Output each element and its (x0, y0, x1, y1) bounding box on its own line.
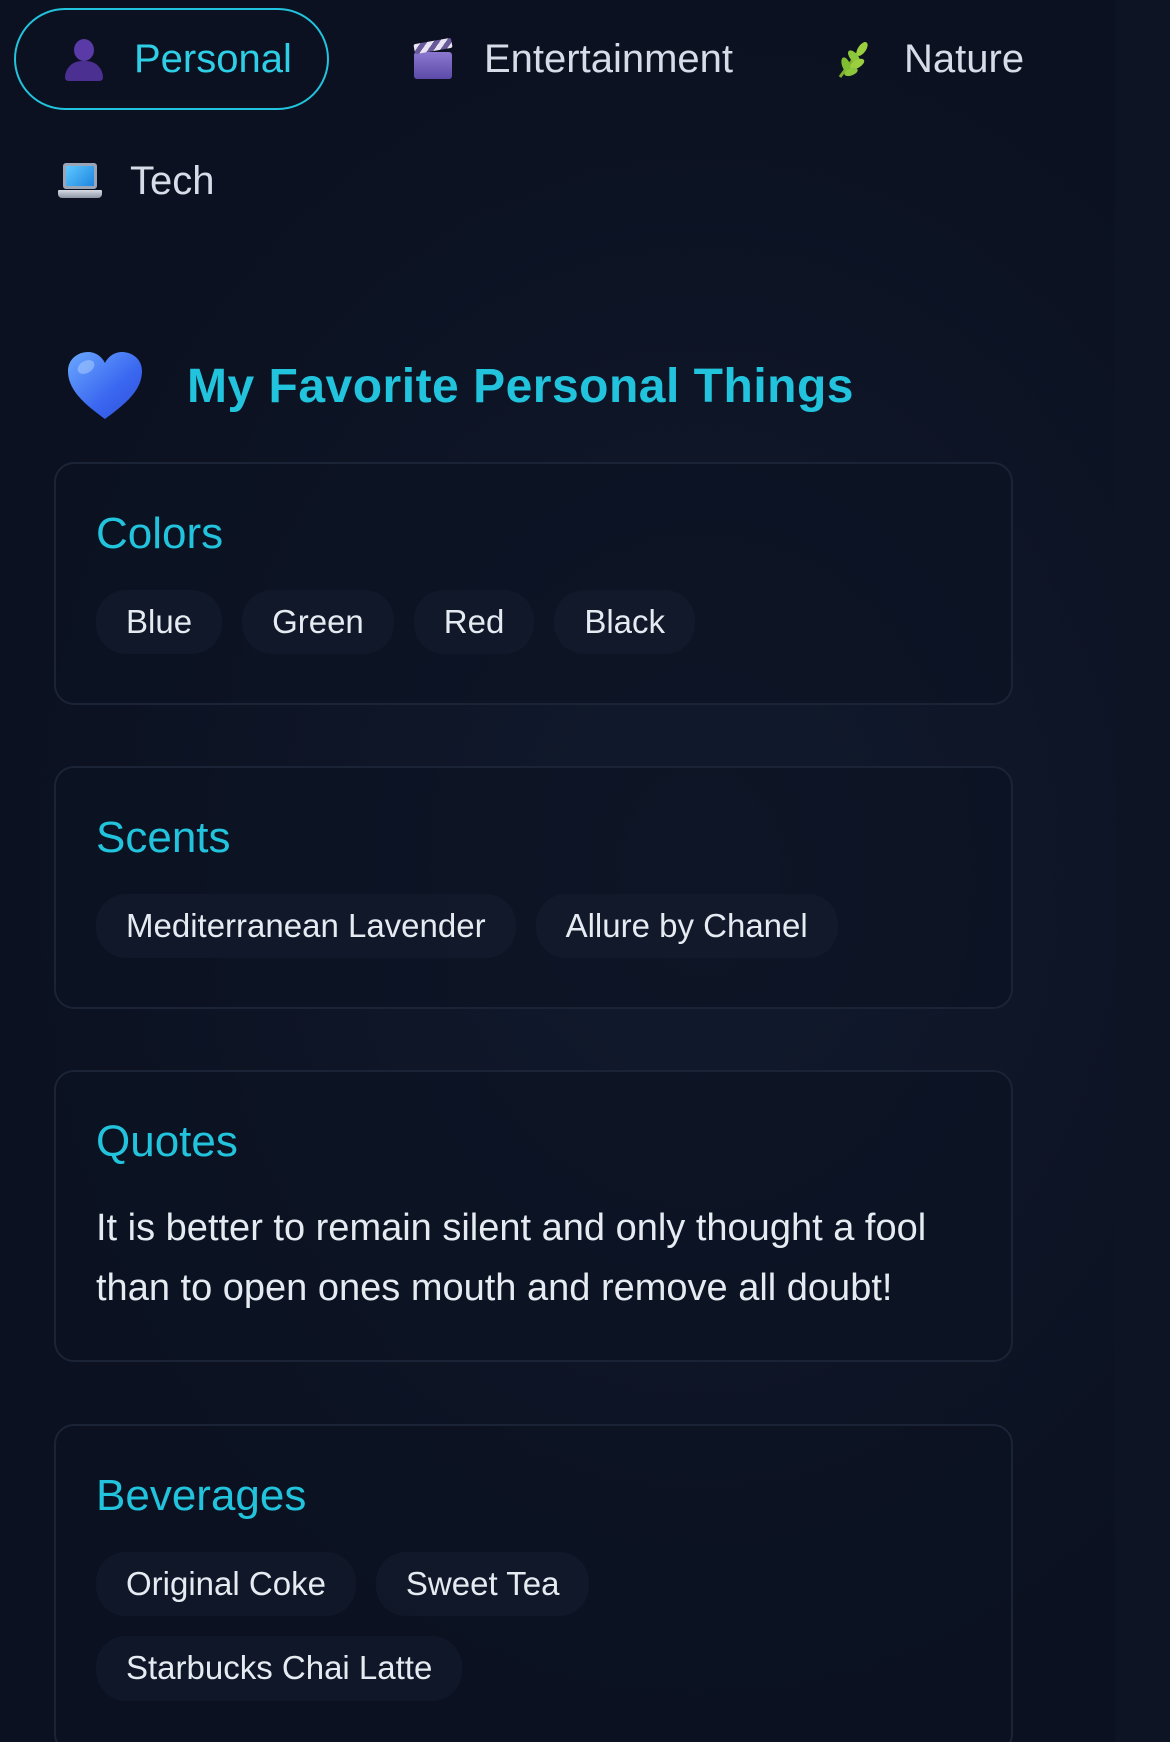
section-title: Colors (96, 509, 224, 558)
page-header: My Favorite Personal Things (66, 346, 854, 426)
tab-personal[interactable]: Personal (14, 8, 329, 110)
chip: Blue (96, 590, 223, 655)
tab-nature[interactable]: Nature (816, 8, 1056, 110)
beverages-card: Beverages Original Coke Sweet Tea Starbu… (54, 1424, 1013, 1742)
section-title: Scents (96, 813, 231, 862)
chip: Sweet Tea (375, 1552, 590, 1617)
chip: Original Coke (96, 1552, 356, 1617)
tab-label: Tech (130, 158, 215, 203)
chip: Black (554, 590, 696, 655)
tab-label: Entertainment (484, 36, 734, 81)
page-title: My Favorite Personal Things (187, 359, 854, 413)
tab-entertainment[interactable]: Entertainment (396, 8, 756, 110)
blue-heart-icon (66, 351, 144, 421)
chip-list: Blue Green Red Black (96, 590, 971, 674)
chip: Green (242, 590, 394, 655)
scrollbar-track[interactable] (1115, 0, 1170, 1742)
section-title: Beverages (96, 1471, 307, 1520)
tab-label: Nature (904, 36, 1025, 81)
quote-text: It is better to remain silent and only t… (96, 1207, 927, 1309)
chip: Mediterranean Lavender (96, 894, 516, 959)
clapper-board-icon (412, 37, 456, 81)
leaf-icon (832, 37, 876, 81)
tab-label: Personal (134, 36, 292, 81)
section-title: Quotes (96, 1117, 238, 1166)
quotes-card: Quotes It is better to remain silent and… (54, 1070, 1013, 1362)
chip: Starbucks Chai Latte (96, 1636, 463, 1701)
chip-list: Original Coke Sweet Tea Starbucks Chai L… (96, 1552, 971, 1721)
scents-card: Scents Mediterranean Lavender Allure by … (54, 766, 1013, 1009)
chip: Allure by Chanel (535, 894, 838, 959)
colors-card: Colors Blue Green Red Black (54, 462, 1013, 705)
person-icon (62, 37, 106, 81)
chip-list: Mediterranean Lavender Allure by Chanel (96, 894, 971, 978)
laptop-icon (58, 159, 102, 203)
tab-tech[interactable]: Tech (14, 130, 254, 232)
chip: Red (413, 590, 535, 655)
